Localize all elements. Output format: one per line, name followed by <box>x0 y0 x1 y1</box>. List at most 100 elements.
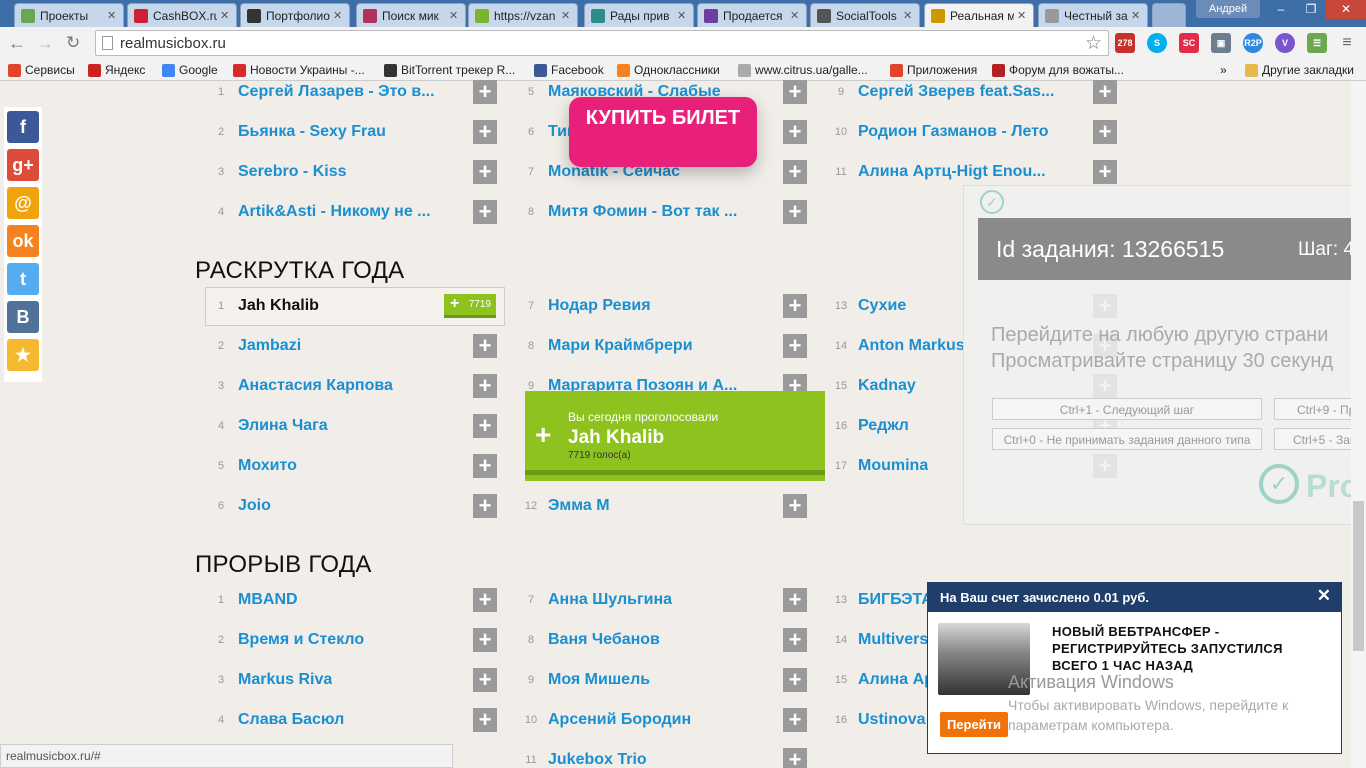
artist-name[interactable]: Мохито <box>238 446 297 486</box>
vote-plus-button[interactable]: + <box>473 494 497 518</box>
artist-entry[interactable]: 9 Моя Мишель <box>524 660 754 700</box>
artist-entry[interactable]: 6 Joio <box>214 486 444 526</box>
artist-name[interactable]: Моя Мишель <box>548 660 650 700</box>
go-button[interactable]: Перейти <box>940 712 1008 737</box>
user-profile-button[interactable]: Андрей <box>1196 0 1260 18</box>
odnoklassniki-share-icon[interactable]: ok <box>7 225 39 257</box>
vote-plus-button[interactable]: + <box>473 160 497 184</box>
artist-name[interactable]: Элина Чага <box>238 406 328 446</box>
browser-tab[interactable]: SocialTools ✕ <box>810 3 920 27</box>
reject-task-type-button[interactable]: Ctrl+0 - Не принимать задания данного ти… <box>992 428 1262 450</box>
tab-close-icon[interactable]: ✕ <box>677 9 687 22</box>
artist-entry[interactable]: 7 Анна Шульгина <box>524 580 754 620</box>
browser-tab[interactable]: Рады прив ✕ <box>584 3 694 27</box>
skype-extension-icon[interactable]: S <box>1147 33 1167 53</box>
tab-close-icon[interactable]: ✕ <box>1131 9 1141 22</box>
scrollbar-thumb[interactable] <box>1353 501 1364 651</box>
artist-entry[interactable]: 1 Сергей Лазарев - Это в... <box>214 72 444 112</box>
vote-plus-button[interactable]: + <box>473 668 497 692</box>
forward-icon[interactable]: → <box>36 33 54 54</box>
mail-share-icon[interactable]: @ <box>7 187 39 219</box>
artist-name[interactable]: Анастасия Карпова <box>238 366 393 406</box>
artist-entry[interactable]: 1 MBAND <box>214 580 444 620</box>
vote-plus-button[interactable]: + <box>473 414 497 438</box>
vote-plus-button[interactable]: + <box>783 294 807 318</box>
next-step-button[interactable]: Ctrl+1 - Следующий шаг <box>992 398 1262 420</box>
artist-name[interactable]: Jah Khalib <box>238 286 319 326</box>
tab-close-icon[interactable]: ✕ <box>220 9 230 22</box>
artist-name[interactable]: Митя Фомин - Вот так ... <box>548 192 737 232</box>
artist-name[interactable]: Слава Басюл <box>238 700 344 740</box>
vote-plus-button[interactable]: + <box>783 588 807 612</box>
artist-entry[interactable]: 3 Анастасия Карпова <box>214 366 444 406</box>
maximize-window-icon[interactable]: ❐ <box>1296 0 1326 19</box>
artist-entry[interactable]: 3 Serebro - Kiss <box>214 152 444 192</box>
artist-name[interactable]: Арсений Бородин <box>548 700 691 740</box>
address-bar[interactable]: realmusicbox.ru ☆ <box>95 30 1109 56</box>
browser-tab[interactable]: Продается ✕ <box>697 3 807 27</box>
vote-plus-button[interactable]: + <box>783 628 807 652</box>
artist-name[interactable]: Сухие <box>858 286 906 326</box>
artist-name[interactable]: Сергей Лазарев - Это в... <box>238 72 435 112</box>
artist-name[interactable]: Anton Markus <box>858 326 965 366</box>
artist-name[interactable]: Joio <box>238 486 271 526</box>
artist-name[interactable]: Анна Шульгина <box>548 580 672 620</box>
vote-plus-button[interactable]: + <box>473 454 497 478</box>
vote-plus-button[interactable]: + <box>473 374 497 398</box>
bookmark-item[interactable]: Сервисы <box>8 63 75 77</box>
r2p-extension-icon[interactable]: R2P <box>1243 33 1263 53</box>
tab-close-icon[interactable]: ✕ <box>1017 9 1027 22</box>
v-extension-icon[interactable]: V <box>1275 33 1295 53</box>
artist-entry[interactable]: 4 Artik&Asti - Никому не ... <box>214 192 444 232</box>
vote-plus-button[interactable]: + <box>473 80 497 104</box>
artist-name[interactable]: Время и Стекло <box>238 620 364 660</box>
artist-name[interactable]: Реджл <box>858 406 909 446</box>
close-window-icon[interactable]: ✕ <box>1326 0 1366 19</box>
checklist-extension-icon[interactable]: ☰ <box>1307 33 1327 53</box>
bookmarks-more-icon[interactable]: » <box>1220 63 1227 77</box>
artist-name[interactable]: Мари Краймбрери <box>548 326 693 366</box>
artist-name[interactable]: Jambazi <box>238 326 301 366</box>
close-icon[interactable]: ✕ <box>1317 586 1331 606</box>
bookmark-item[interactable]: Яндекс <box>88 63 145 77</box>
browser-tab[interactable]: Честный за ✕ <box>1038 3 1148 27</box>
artist-entry[interactable]: 8 Митя Фомин - Вот так ... <box>524 192 754 232</box>
vote-plus-button[interactable]: + <box>783 120 807 144</box>
vote-plus-button[interactable]: + <box>783 708 807 732</box>
vote-plus-button[interactable]: + <box>783 668 807 692</box>
artist-entry[interactable]: 10 Родион Газманов - Лето <box>834 112 1064 152</box>
artist-name[interactable]: Markus Riva <box>238 660 332 700</box>
artist-entry[interactable]: 7 Нодар Ревия <box>524 286 754 326</box>
browser-tab[interactable]: Поиск мик ✕ <box>356 3 466 27</box>
artist-entry[interactable]: 2 Время и Стекло <box>214 620 444 660</box>
artist-name[interactable]: Эмма М <box>548 486 610 526</box>
artist-entry[interactable]: 2 Jambazi <box>214 326 444 366</box>
artist-entry[interactable]: 3 Markus Riva <box>214 660 444 700</box>
vote-plus-button[interactable]: + <box>783 160 807 184</box>
artist-entry[interactable]: 4 Слава Басюл <box>214 700 444 740</box>
artist-entry[interactable]: 8 Мари Краймбрери <box>524 326 754 366</box>
artist-name[interactable]: Сергей Зверев feat.Sas... <box>858 72 1054 112</box>
mail-extension-icon[interactable]: 278 <box>1115 33 1135 53</box>
artist-name[interactable]: Multivers <box>858 620 928 660</box>
browser-tab[interactable]: CashBOX.ru ✕ <box>127 3 237 27</box>
vote-plus-button[interactable]: + <box>783 200 807 224</box>
tab-close-icon[interactable]: ✕ <box>561 9 571 22</box>
artist-name[interactable]: Moumina <box>858 446 928 486</box>
artist-entry[interactable]: 9 Сергей Зверев feat.Sas... <box>834 72 1064 112</box>
artist-name[interactable]: Бьянка - Sexy Frau <box>238 112 386 152</box>
star-bookmark-icon[interactable]: ☆ <box>1085 32 1102 55</box>
other-bookmarks-folder[interactable]: Другие закладки <box>1245 63 1354 77</box>
artist-entry[interactable]: 4 Элина Чага <box>214 406 444 446</box>
vote-plus-button[interactable]: + <box>1093 160 1117 184</box>
bookmark-share-icon[interactable]: ★ <box>7 339 39 371</box>
twitter-share-icon[interactable]: t <box>7 263 39 295</box>
screen-extension-icon[interactable]: ▣ <box>1211 33 1231 53</box>
facebook-share-icon[interactable]: f <box>7 111 39 143</box>
vote-plus-button[interactable]: + <box>783 494 807 518</box>
vote-plus-button[interactable]: + <box>473 334 497 358</box>
artist-entry[interactable]: 8 Ваня Чебанов <box>524 620 754 660</box>
artist-name[interactable]: Ваня Чебанов <box>548 620 660 660</box>
reload-icon[interactable]: ↻ <box>66 33 80 53</box>
artist-entry[interactable]: 5 Мохито <box>214 446 444 486</box>
